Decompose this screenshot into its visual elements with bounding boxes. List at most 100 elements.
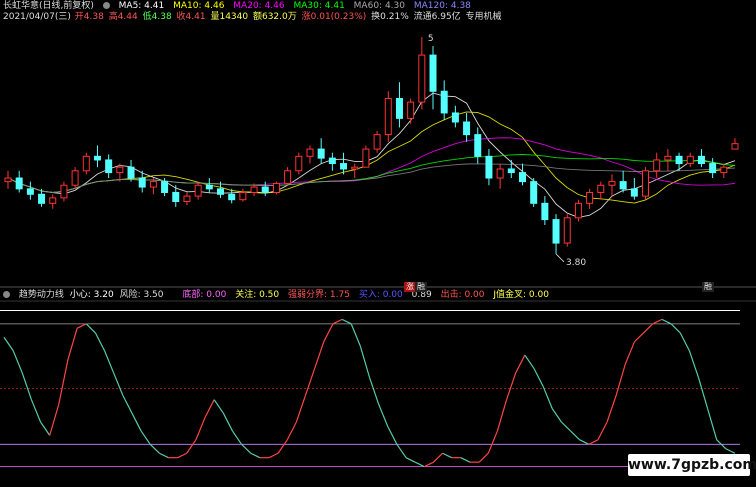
candle-body [49,197,57,204]
indicator-segment [140,430,151,445]
indicator-segment [40,421,51,436]
candle-body [317,148,325,159]
indicator-segment [103,350,115,374]
indicator-risk: 风险: 3.50 [119,290,164,300]
main-chart-area[interactable]: 53.80 [0,0,756,487]
candle-body [507,168,515,174]
candle-body [541,202,549,221]
candle-body [686,155,694,165]
candle-body [4,177,12,183]
candle-body [239,191,247,201]
indicator-segment [122,394,133,414]
candle-body [183,195,191,203]
indicator-segment [697,377,709,409]
candle-body [709,163,717,174]
candle-body [619,181,627,190]
indicator-segment [67,328,78,360]
indicator-segment [222,412,233,432]
candle-body [373,134,381,150]
candle-body [451,112,459,123]
candle-body [429,54,437,92]
candle-body [15,177,23,190]
indicator-segment [442,452,453,459]
low-price-label: 3.80 [566,258,586,268]
candle-body [418,54,426,103]
indicator-segment [277,439,288,454]
candle-body [720,166,728,174]
indicator-segment [487,430,498,454]
quote-bar: 2021/04/07(三) 开4.38 高4.44 低4.38 收4.41 量1… [3,12,508,23]
ma10-line [7,111,736,204]
indicator-segment [204,399,215,418]
indicator-segment [606,395,617,423]
candle-body [496,168,504,179]
indicator-segment [268,452,279,459]
gear-icon[interactable] [102,2,110,9]
candle-body [205,184,213,190]
candle-body [82,155,90,172]
indicator-segment [149,443,160,454]
candle-body [586,191,594,204]
candle-body [250,186,258,193]
candle-body [340,163,348,170]
indicator-segment [496,399,508,432]
candle-body [26,188,34,195]
indicator-name: 趋势动力线 [18,290,64,300]
indicator-segment [670,323,681,334]
candle-body [675,155,683,165]
indicator-line2: 买入: 0.00 [358,290,403,300]
gear-icon[interactable] [3,291,10,298]
indicator-segment [524,354,535,369]
candle-body [272,182,280,193]
candle-body [384,97,392,136]
indicator-segment [661,318,672,325]
quote-sector: 专用机械 [465,12,502,22]
indicator-segment [396,443,407,459]
quote-turnover: 换0.21% [371,12,409,22]
indicator-segment [12,350,23,374]
candle-body [440,90,448,114]
candle-body [630,188,638,197]
indicator-segment [515,354,526,374]
candle-body [697,155,705,165]
indicator-segment [634,332,645,343]
candle-body [552,219,560,244]
indicator-segment [688,350,700,378]
indicator-segment [58,359,69,405]
indicator-segment [159,452,169,459]
indicator-line5: J值金叉: 0.00 [493,290,549,300]
candle-body [463,121,471,136]
candle-body [597,184,605,193]
indicator-segment [359,345,371,378]
candle-body [138,177,146,188]
candle-body [93,155,101,161]
indicator-bottom: 底部: 0.00 [182,290,227,300]
candle-body [284,170,292,184]
quote-amount: 额632.0万 [252,12,297,22]
indicator-segment [533,368,544,387]
ma120-value: MA120: 4.38 [413,1,471,11]
indicator-segment [195,417,206,441]
indicator-caution: 小心: 3.20 [69,290,114,300]
quote-float-cap: 流通6.95亿 [413,12,461,22]
quote-low: 低4.38 [142,12,172,22]
candle-body [518,172,526,183]
candle-body [261,186,269,193]
candle-body [328,157,336,165]
indicator-segment [3,336,14,351]
candle-body [485,155,493,179]
indicator-info-bar: 趋势动力线 小心: 3.20 风险: 3.50 底部: 0.00 关注: 0.5… [3,290,555,301]
indicator-segment [186,439,197,454]
candle-body [71,170,79,186]
candle-body [731,143,739,150]
indicator-segment [615,363,626,396]
indicator-segment [725,448,736,454]
indicator-segment [460,457,471,463]
indicator-segment [424,461,434,468]
candle-body [530,181,538,204]
indicator-segment [350,323,361,347]
candle-body [295,155,303,172]
indicator-segment [231,430,243,445]
candle-body [563,217,571,244]
indicator-segment [241,443,252,454]
